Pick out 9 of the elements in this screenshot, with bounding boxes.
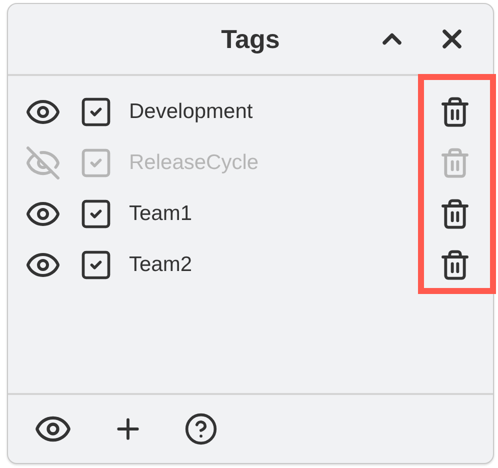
trash-icon[interactable] <box>439 248 471 280</box>
help-icon[interactable] <box>184 412 218 446</box>
tag-label: Development <box>129 100 253 124</box>
trash-icon[interactable] <box>439 198 471 230</box>
tag-label: Team1 <box>129 202 192 226</box>
trash-icon[interactable] <box>439 96 471 128</box>
tag-label: ReleaseCycle <box>129 150 259 174</box>
tag-label: Team2 <box>129 252 192 276</box>
panel-title: Tags <box>221 24 280 54</box>
